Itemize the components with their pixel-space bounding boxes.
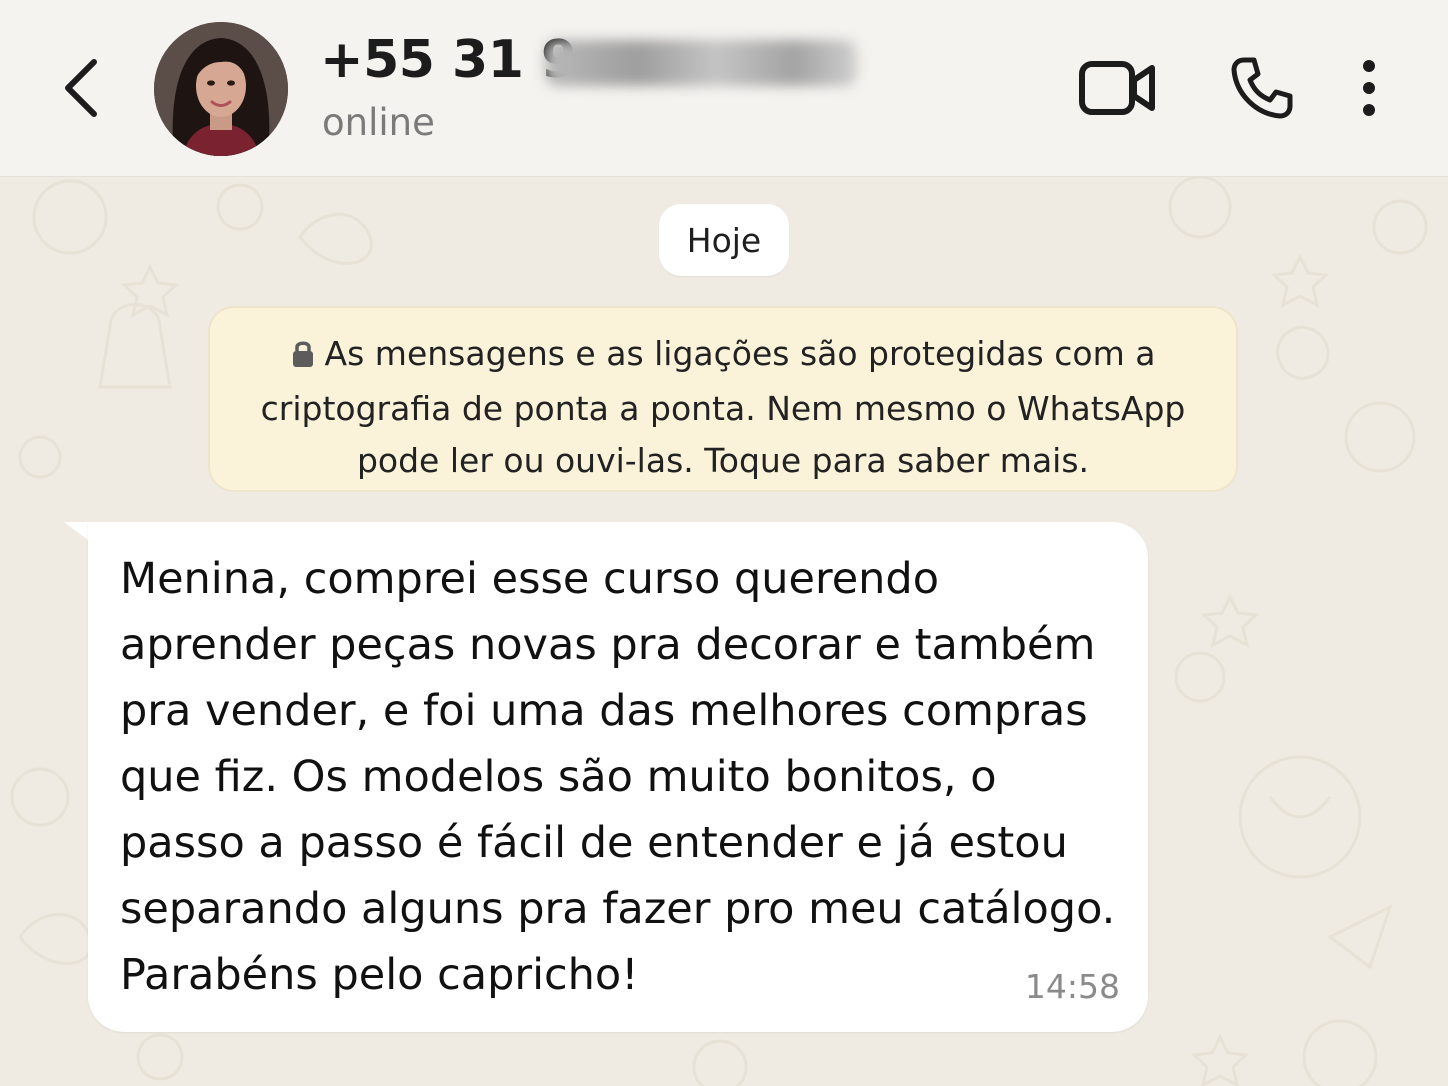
- message-text: Menina, comprei esse curso querendo apre…: [120, 554, 1116, 1000]
- more-options-button[interactable]: [1346, 52, 1392, 124]
- encryption-notice[interactable]: As mensagens e as ligações são protegida…: [208, 306, 1238, 492]
- contact-status: online: [322, 101, 435, 144]
- more-vertical-icon: [1363, 60, 1375, 116]
- voice-call-button[interactable]: [1222, 52, 1302, 124]
- chevron-left-icon: [65, 59, 97, 117]
- back-button[interactable]: [52, 50, 108, 126]
- avatar-photo: [154, 22, 288, 156]
- incoming-message-bubble[interactable]: Menina, comprei esse curso querendo apre…: [88, 522, 1148, 1032]
- avatar[interactable]: [154, 22, 288, 156]
- chat-header: +55 31 9 online: [0, 0, 1448, 177]
- contact-name[interactable]: +55 31 9: [320, 30, 577, 90]
- encryption-notice-text: As mensagens e as ligações são protegida…: [260, 334, 1186, 480]
- date-divider: Hoje: [659, 204, 789, 276]
- redacted-number: [545, 40, 857, 86]
- video-call-button[interactable]: [1072, 52, 1164, 124]
- video-camera-icon: [1079, 61, 1155, 115]
- message-timestamp: 14:58: [1024, 967, 1120, 1006]
- lock-icon: [291, 331, 315, 383]
- phone-icon: [1231, 57, 1293, 119]
